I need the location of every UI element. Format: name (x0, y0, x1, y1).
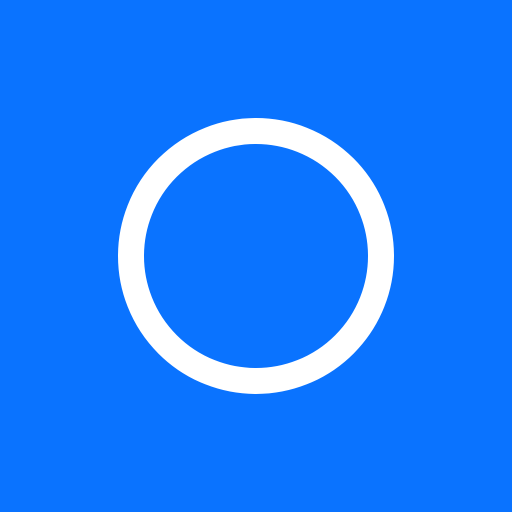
circle-ring-icon (118, 118, 394, 394)
app-icon-background (0, 0, 512, 512)
